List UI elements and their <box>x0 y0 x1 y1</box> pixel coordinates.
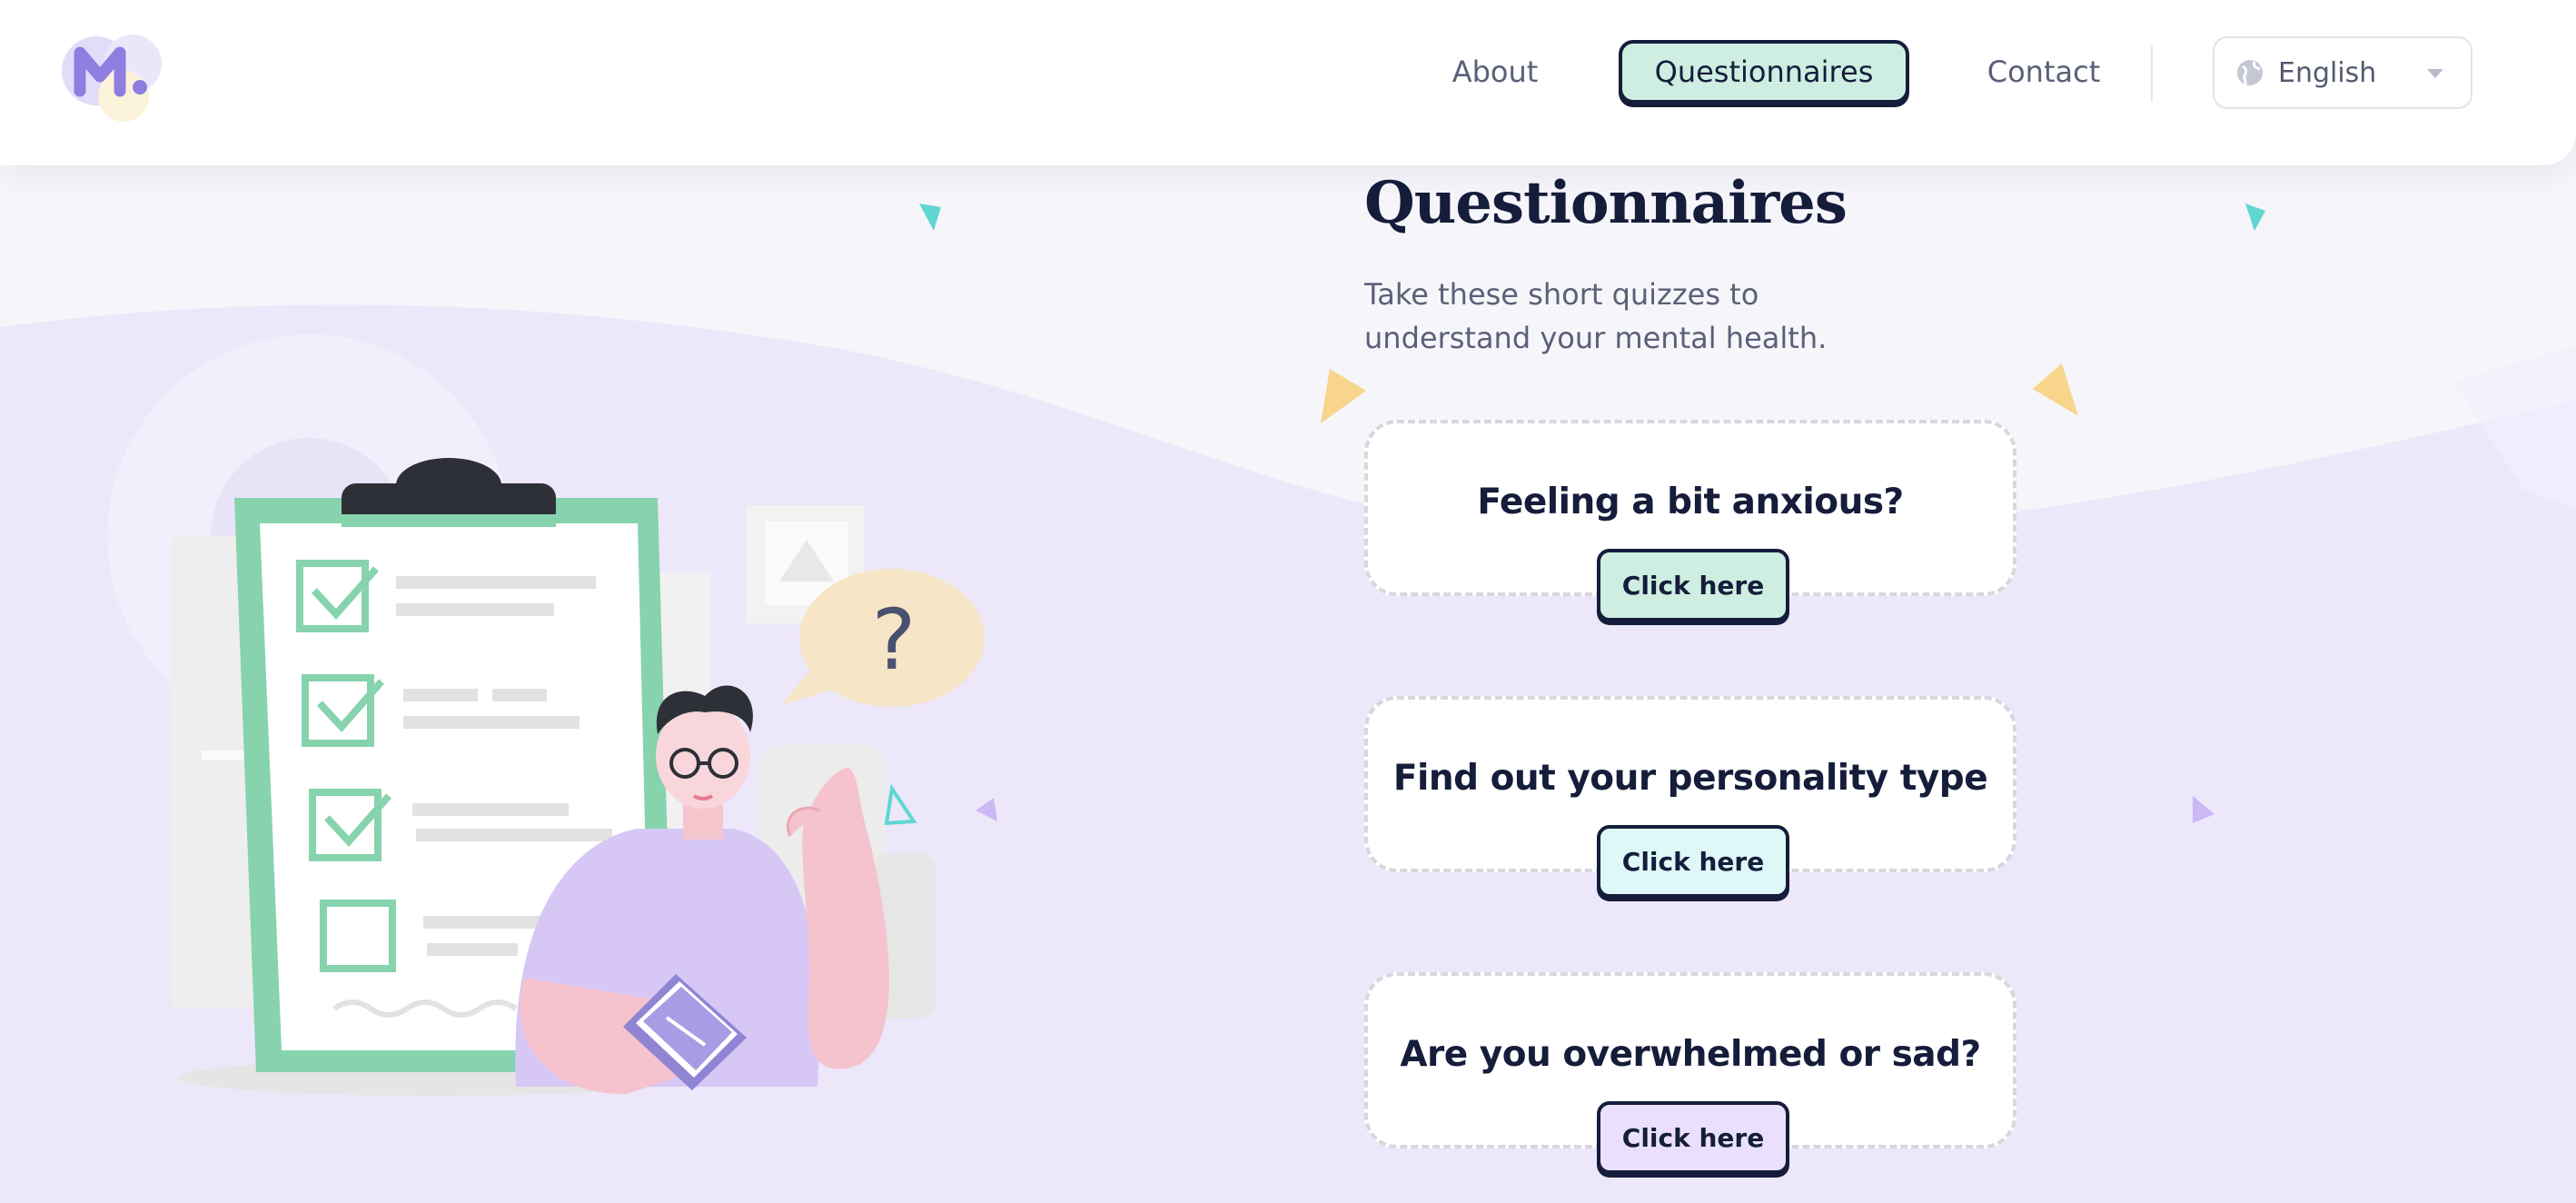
nav-contact[interactable]: Contact <box>1962 40 2125 104</box>
quiz-card-button[interactable]: Click here <box>1597 825 1789 898</box>
language-label: English <box>2278 56 2377 89</box>
nav-about[interactable]: About <box>1426 40 1564 104</box>
globe-icon <box>2234 57 2265 88</box>
quiz-card-button[interactable]: Click here <box>1597 549 1789 621</box>
confetti-triangle <box>1321 369 1366 423</box>
language-select[interactable]: English <box>2213 36 2472 109</box>
logo-icon[interactable] <box>56 22 169 124</box>
confetti-triangle <box>2245 204 2265 231</box>
site-header: About Questionnaires Contact English <box>0 0 2576 165</box>
quiz-card-title: Feeling a bit anxious? <box>1477 482 1904 522</box>
page-title: Questionnaires <box>1364 169 1848 237</box>
bubble-question-mark: ? <box>872 592 916 689</box>
nav-questionnaires[interactable]: Questionnaires <box>1619 40 1909 104</box>
page-subtitle: Take these short quizzes to understand y… <box>1364 277 1828 355</box>
chevron-down-icon <box>2427 69 2443 78</box>
confetti-triangle <box>919 204 941 231</box>
quiz-card-button[interactable]: Click here <box>1597 1101 1789 1174</box>
quiz-card-personality: Find out your personality type Click her… <box>1364 696 2016 898</box>
confetti-triangle <box>976 798 997 821</box>
quiz-card-title: Find out your personality type <box>1392 758 1988 799</box>
nav-divider <box>2151 45 2153 102</box>
confetti-triangle <box>2033 363 2078 416</box>
questionnaire-illustration: ? <box>107 204 2265 1096</box>
quiz-card-anxiety: Feeling a bit anxious? Click here <box>1364 420 2016 621</box>
confetti-triangle <box>2193 796 2214 823</box>
confetti-triangle <box>884 783 917 826</box>
quiz-card-overwhelmed: Are you overwhelmed or sad? Click here <box>1364 972 2016 1174</box>
quiz-card-title: Are you overwhelmed or sad? <box>1400 1034 1981 1075</box>
